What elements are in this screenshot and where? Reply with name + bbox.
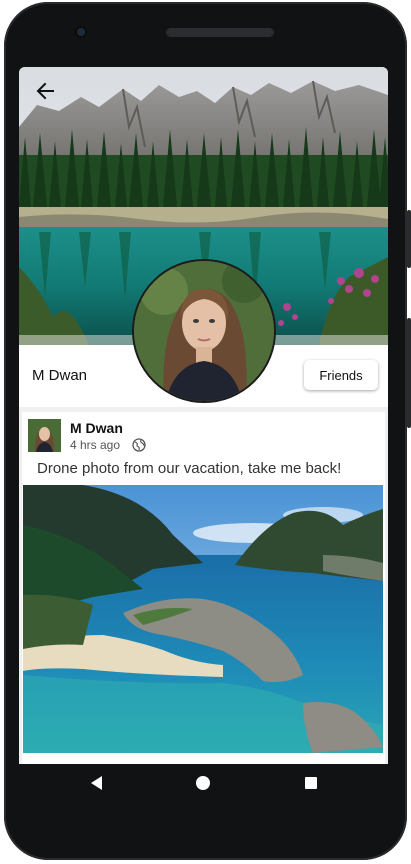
feed: M Dwan 4 hrs ago Drone photo from our va…: [19, 411, 388, 764]
triangle-back-icon[interactable]: [91, 776, 102, 790]
post-text: Drone photo from our vacation, take me b…: [37, 460, 342, 477]
front-camera: [75, 26, 87, 38]
volume-button: [407, 318, 411, 428]
globe-icon: [132, 438, 146, 452]
circle-home-icon[interactable]: [196, 776, 210, 790]
power-button: [407, 210, 411, 268]
post-photo-image: [23, 485, 383, 753]
post-author-name[interactable]: M Dwan: [70, 420, 123, 436]
post-author-avatar[interactable]: [28, 419, 61, 452]
post-author-avatar-image: [28, 419, 61, 452]
square-recent-icon[interactable]: [305, 777, 317, 789]
profile-avatar-image: [134, 261, 274, 401]
system-navigation-bar: [19, 764, 388, 804]
profile-name: M Dwan: [32, 367, 88, 384]
profile-avatar[interactable]: [132, 259, 276, 403]
post-card: M Dwan 4 hrs ago Drone photo from our va…: [22, 412, 385, 764]
post-timestamp: 4 hrs ago: [70, 438, 121, 452]
phone-device: M Dwan Friends M Dwan 4 hrs ago Drone ph…: [0, 0, 411, 864]
arrow-back-icon: [36, 82, 54, 100]
post-photo[interactable]: [23, 485, 383, 753]
app-screen: M Dwan Friends M Dwan 4 hrs ago Drone ph…: [19, 67, 388, 764]
earpiece-speaker: [166, 28, 274, 37]
friends-button[interactable]: Friends: [304, 360, 378, 390]
back-button[interactable]: [31, 77, 59, 105]
